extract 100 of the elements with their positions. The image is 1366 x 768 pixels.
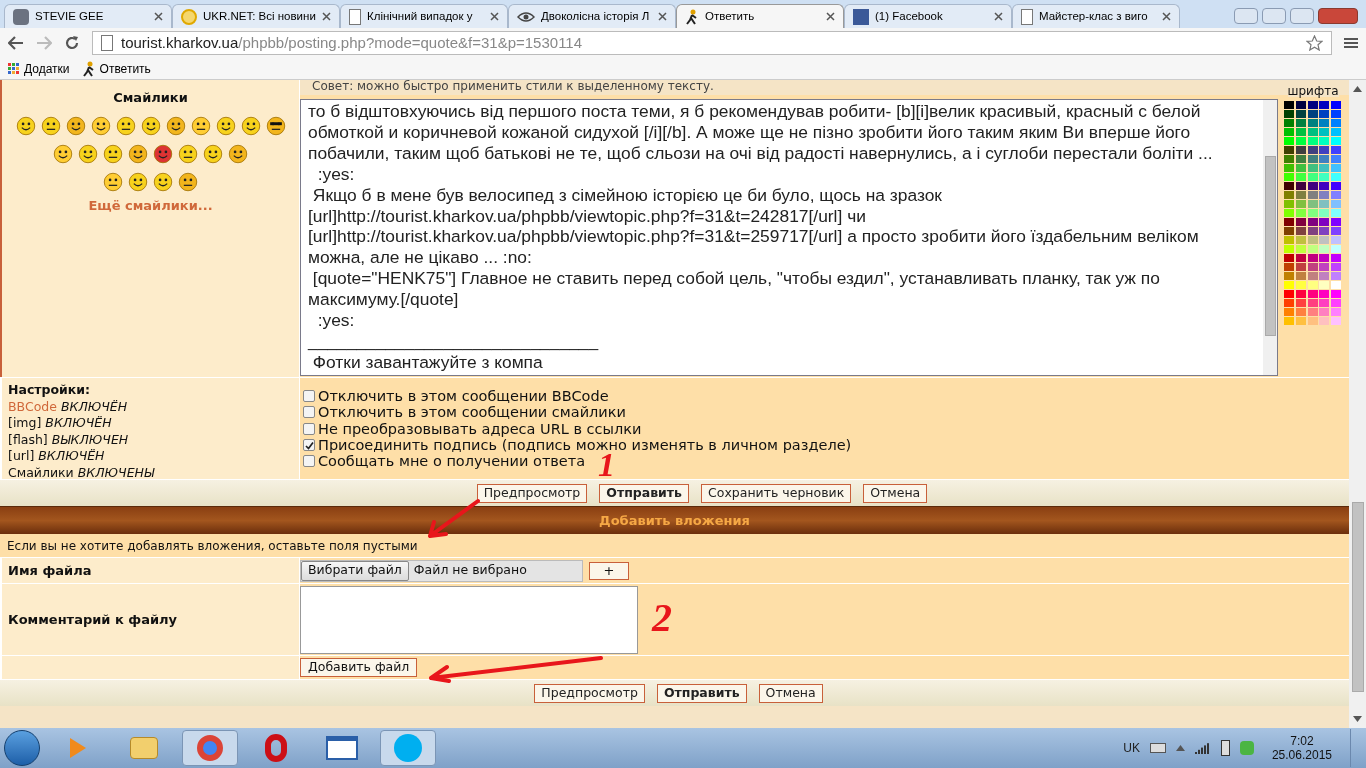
start-button[interactable]	[4, 730, 40, 766]
smiley-icon[interactable]	[15, 115, 36, 136]
signal-icon[interactable]	[1194, 742, 1211, 754]
message-line: [url]http://tourist.kharkov.ua/phpbb/viewtopic.php?f=31&t=242817[/url] чи	[308, 205, 866, 227]
message-line: побачили, таким щоб батькові не те, щоб сльози на очі від радості навернулись, а і суглоби перестали боліти ...	[308, 142, 1213, 164]
form-button[interactable]: Отправить	[599, 483, 690, 503]
form-button[interactable]: Отправить	[656, 683, 747, 703]
smiley-icon[interactable]	[228, 143, 248, 164]
settings-name: [img]	[8, 415, 42, 432]
add-field-button[interactable]: +	[589, 561, 629, 580]
scrollbar-thumb[interactable]	[1264, 156, 1276, 336]
form-button[interactable]: Отмена	[863, 483, 928, 503]
checkbox[interactable]	[303, 422, 315, 435]
hiker-icon	[81, 60, 96, 77]
smiley-icon[interactable]	[165, 115, 186, 136]
message-textarea[interactable]	[300, 99, 1278, 376]
smiley-icon[interactable]	[128, 171, 148, 192]
menu-icon[interactable]	[1344, 37, 1358, 49]
clock-date[interactable]: 25.06.2015	[1271, 748, 1332, 762]
checkbox[interactable]	[303, 439, 315, 452]
smiley-icon[interactable]	[78, 143, 98, 164]
smiley-icon[interactable]	[203, 143, 223, 164]
reload-icon[interactable]	[64, 35, 80, 51]
message-line: обмоткой и коричневой кожаной сидухой [/i][/b]. А може ще не пізно зробити його таким яким Ви вперше його	[308, 121, 1191, 143]
note-text: Если вы не хотите добавлять вложения, оставьте поля пустыми	[7, 537, 418, 555]
browser-tab[interactable]: Майстер-клас з виго	[1012, 4, 1180, 28]
browser-tab[interactable]: (1) Facebook	[844, 4, 1012, 28]
form-button[interactable]: Отмена	[758, 683, 823, 703]
smiley-icon[interactable]	[265, 115, 286, 136]
close-icon[interactable]	[1162, 12, 1171, 21]
close-icon[interactable]	[658, 12, 667, 21]
caret-icon[interactable]	[1175, 745, 1185, 751]
settings-name: [url]	[8, 448, 35, 465]
bookmark[interactable]: Ответить	[99, 59, 151, 78]
smiley-icon[interactable]	[90, 115, 111, 136]
tab-title: UKR.NET: Всі новини	[203, 8, 316, 24]
eye-icon	[517, 10, 535, 23]
address-field[interactable]: tourist.kharkov.ua/phpbb/posting.php?mode=quote&f=31&p=1530114	[92, 31, 1332, 55]
form-button[interactable]: Предпросмотр	[534, 683, 645, 703]
browser-tab[interactable]: Клінічний випадок у	[340, 4, 508, 28]
star-icon[interactable]	[1306, 35, 1323, 51]
smiley-icon[interactable]	[53, 143, 73, 164]
field-label: Имя файла	[8, 561, 92, 580]
comment-textarea[interactable]	[300, 585, 638, 654]
smiley-icon[interactable]	[215, 115, 236, 136]
checkbox[interactable]	[303, 455, 315, 468]
settings-value: ВКЛЮЧЕНЫ	[77, 464, 155, 481]
settings-title: Настройки:	[8, 382, 92, 399]
close-icon[interactable]	[826, 12, 835, 21]
scroll-up-icon[interactable]	[1353, 86, 1362, 92]
smiley-icon[interactable]	[115, 115, 136, 136]
browser-tab[interactable]: STEVIE GEE	[4, 4, 172, 28]
clock-time[interactable]: 7:02	[1290, 734, 1314, 748]
checkbox[interactable]	[303, 390, 315, 403]
smiley-icon[interactable]	[178, 143, 198, 164]
smiley-icon[interactable]	[190, 115, 211, 136]
form-button[interactable]: Сохранить черновик	[701, 483, 852, 503]
message-line: то б відштовхуючись від першого поста теми, я б рекомендував робити- [b][i]велик красивый, красный с белой	[308, 101, 1201, 122]
file-input[interactable]: Вибрати файл Файл не вибрано	[300, 559, 583, 582]
smiley-icon[interactable]	[153, 143, 173, 164]
scrollbar[interactable]	[1263, 100, 1277, 375]
browser-tab[interactable]: UKR.NET: Всі новини	[172, 4, 340, 28]
battery-icon[interactable]	[1220, 740, 1230, 756]
annotation-number: 2	[652, 598, 672, 638]
browser-tab[interactable]: Двоколісна історія Л	[508, 4, 676, 28]
close-icon[interactable]	[490, 12, 499, 21]
hiker-icon	[685, 8, 699, 25]
settings-name: Смайлики	[8, 464, 74, 481]
checkbox[interactable]	[303, 406, 315, 419]
chrome-icon[interactable]	[182, 730, 238, 766]
scroll-down-icon[interactable]	[1353, 716, 1362, 722]
keyboard-icon[interactable]	[1149, 743, 1166, 753]
settings-value: ВКЛЮЧЁН	[45, 415, 112, 432]
language-indicator[interactable]: UK	[1123, 739, 1140, 757]
scrollbar-thumb[interactable]	[1351, 502, 1364, 692]
smiley-icon[interactable]	[103, 143, 123, 164]
smiley-icon[interactable]	[40, 115, 61, 136]
tab-title: Клінічний випадок у	[367, 8, 474, 24]
smiley-icon[interactable]	[140, 115, 161, 136]
page-scrollbar[interactable]	[1349, 80, 1366, 728]
settings-name: [flash]	[8, 431, 48, 448]
close-icon[interactable]	[154, 12, 163, 21]
smiley-icon[interactable]	[178, 171, 198, 192]
back-arrow-icon[interactable]	[8, 36, 24, 50]
apps-grid-icon	[8, 62, 20, 75]
color-palette[interactable]	[1284, 101, 1342, 325]
browser-tab[interactable]: Ответить	[676, 4, 844, 28]
smiley-icon[interactable]	[65, 115, 86, 136]
form-button[interactable]: Предпросмотр	[476, 483, 588, 503]
smiley-icon[interactable]	[103, 171, 123, 192]
section-title: Добавить вложения	[599, 511, 750, 530]
smiley-icon[interactable]	[240, 115, 261, 136]
bookmark[interactable]: Додатки	[24, 59, 70, 78]
smiley-icon[interactable]	[128, 143, 148, 164]
smiley-icon[interactable]	[153, 171, 173, 192]
add-file-button[interactable]: Добавить файл	[300, 658, 418, 677]
choose-file-button[interactable]: Вибрати файл	[301, 560, 409, 581]
close-icon[interactable]	[994, 12, 1003, 21]
close-icon[interactable]	[322, 12, 331, 21]
tab-title: Двоколісна історія Л	[541, 8, 651, 24]
